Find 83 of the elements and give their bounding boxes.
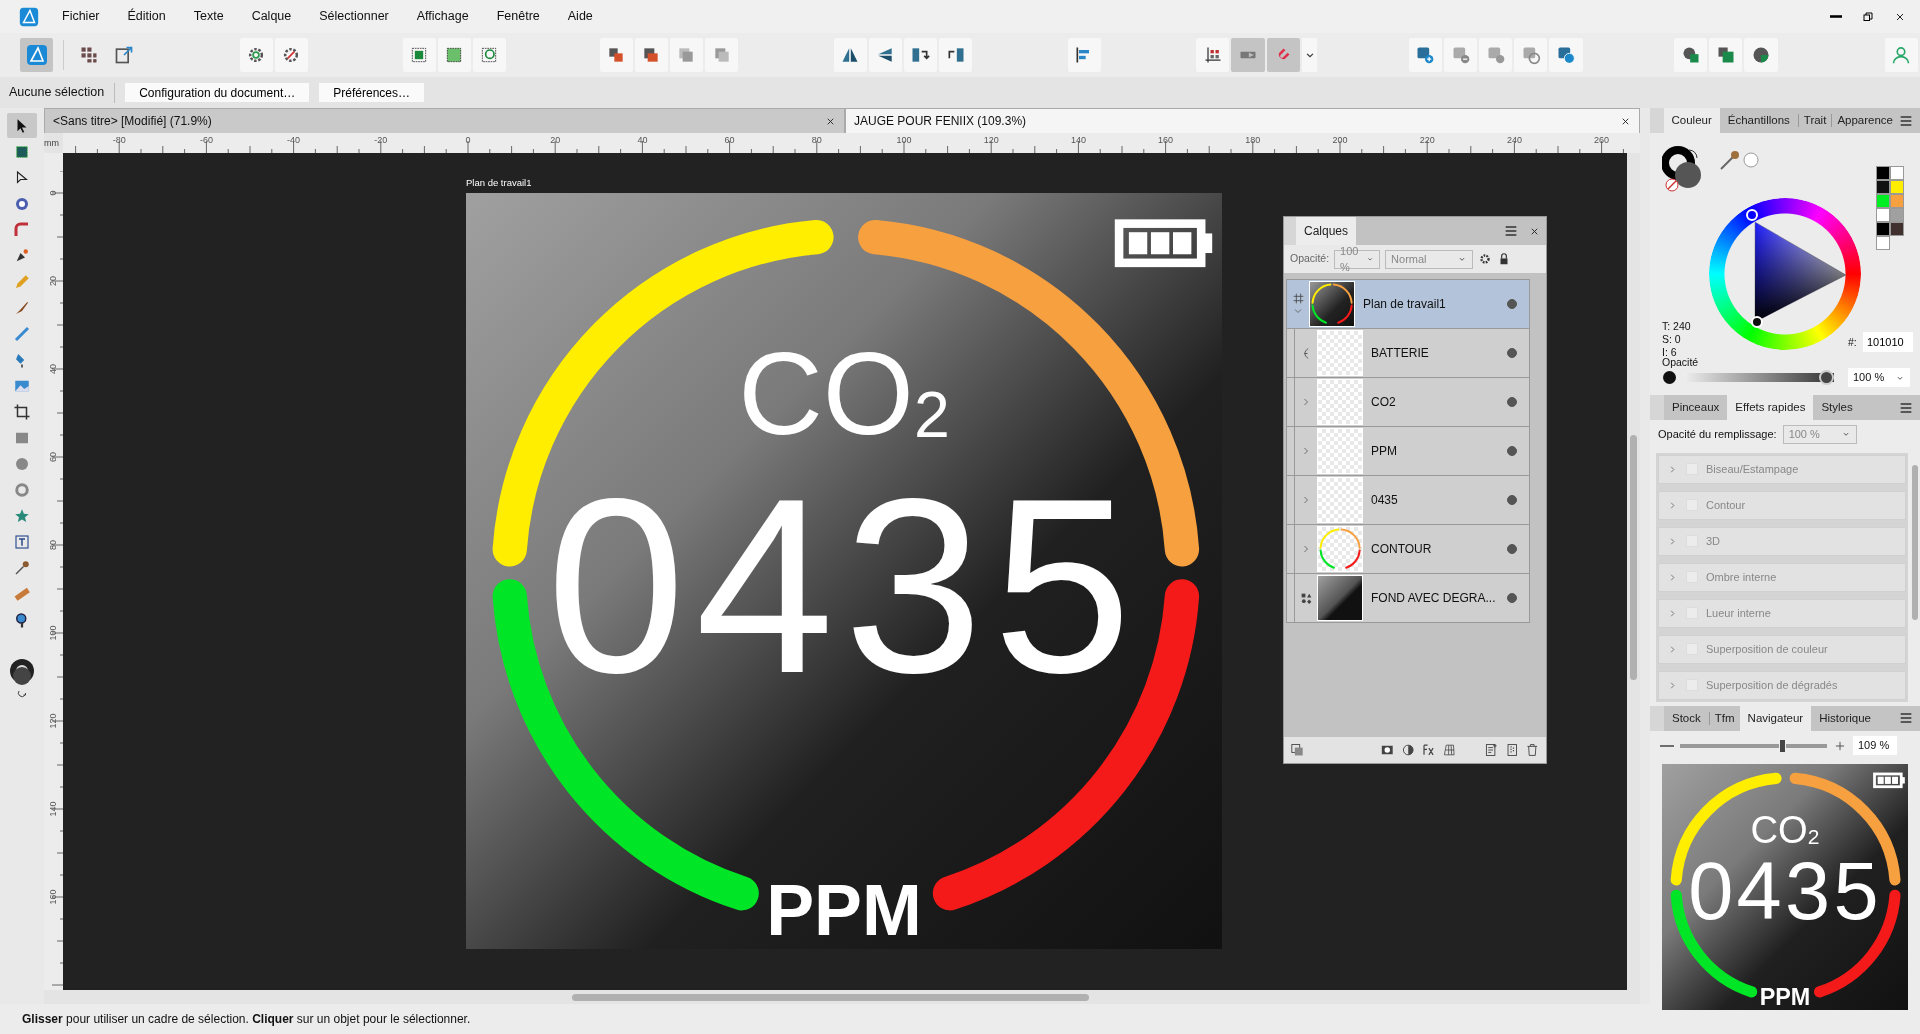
color-value: S: 0 xyxy=(1662,332,1681,347)
ruler-label: 40 xyxy=(637,134,648,147)
status-text: Glisser pour utiliser un cadre de sélection. Cliquer sur un objet pour le sélectionner. xyxy=(22,1011,471,1028)
context-button[interactable]: Préférences… xyxy=(319,83,424,102)
ruler-label: 160 xyxy=(1158,134,1174,147)
opacity-dropdown[interactable]: 100 % xyxy=(1848,368,1910,388)
layer-name: CO2 xyxy=(1370,394,1397,411)
menu-item[interactable]: Affichage xyxy=(402,5,483,28)
layer-name: Plan de travail1 xyxy=(1362,296,1447,313)
panel-tab[interactable]: Stock xyxy=(1664,706,1709,731)
ruler-label: 100 xyxy=(896,134,912,147)
ruler-label: 220 xyxy=(1419,134,1435,147)
panel-tab[interactable]: Styles xyxy=(1813,395,1861,420)
panel-tab[interactable]: Trait xyxy=(1797,114,1832,127)
ruler-label: 240 xyxy=(1506,134,1522,147)
ruler-unit: mm xyxy=(44,137,60,150)
layer-row[interactable]: FOND AVEC DEGRA... xyxy=(1287,574,1529,623)
context-button[interactable]: Configuration du document… xyxy=(125,83,310,102)
artboard-label: Plan de travail1 xyxy=(466,176,532,190)
ruler-label: 160 xyxy=(46,888,59,907)
field-label: Opacité: xyxy=(1290,251,1330,267)
selection-status: Aucune sélection xyxy=(9,84,105,102)
field-label: #: xyxy=(1848,335,1857,350)
layer-name: 0435 xyxy=(1370,492,1399,509)
menu-item[interactable]: Calque xyxy=(237,5,306,28)
layer-name: FOND AVEC DEGRA... xyxy=(1370,590,1497,607)
ruler-label: 140 xyxy=(1070,134,1086,147)
ruler-label: 80 xyxy=(46,539,59,552)
ruler-label: 100 xyxy=(46,624,59,643)
layer-row[interactable]: Plan de travail1 xyxy=(1287,280,1529,329)
color-value: I: 6 xyxy=(1662,345,1677,358)
panel-tab[interactable]: Tfm xyxy=(1708,712,1740,725)
ruler-label: -80 xyxy=(112,134,126,147)
menu-item[interactable]: Fenêtre xyxy=(482,5,554,28)
ruler-label: 140 xyxy=(46,800,59,819)
ruler-label: 200 xyxy=(1332,134,1348,147)
panel-tab[interactable]: Pinceaux xyxy=(1664,395,1728,420)
ruler-label: 60 xyxy=(46,451,59,464)
ruler-label: -20 xyxy=(374,134,388,147)
document-tab[interactable]: JAUGE POUR FENIIX (109.3%) xyxy=(845,108,1640,133)
layer-row[interactable]: CO2 xyxy=(1287,378,1529,427)
field-label: Opacité xyxy=(1662,356,1699,370)
ruler-label: 120 xyxy=(983,134,999,147)
ruler-label: 260 xyxy=(1594,134,1610,147)
hex-field[interactable]: 101010 xyxy=(1863,332,1913,352)
layer-row[interactable]: BATTERIE xyxy=(1287,329,1529,378)
menu-item[interactable]: Sélectionner xyxy=(305,5,403,28)
layer-row[interactable]: CONTOUR xyxy=(1287,525,1529,574)
ruler-label: 0 xyxy=(46,189,59,198)
menu-item[interactable]: Fichier xyxy=(48,5,114,28)
gauge-unit: PPM xyxy=(766,875,922,948)
ruler-label: 40 xyxy=(46,363,59,376)
ruler-label: 180 xyxy=(1245,134,1261,147)
field-label: Opacité du remplissage: xyxy=(1658,427,1777,443)
color-value: T: 240 xyxy=(1662,319,1691,334)
ruler-label: 0 xyxy=(465,134,471,147)
ruler-label: 120 xyxy=(46,712,59,731)
layer-name: CONTOUR xyxy=(1370,541,1433,558)
ruler-label: 80 xyxy=(811,134,822,147)
panel-tab[interactable]: Calques xyxy=(1296,217,1357,245)
document-tab[interactable]: <Sans titre> [Modifié] (71.9%) xyxy=(44,108,845,133)
panel-tab[interactable]: Historique xyxy=(1811,706,1879,731)
layer-name: BATTERIE xyxy=(1370,345,1430,362)
ruler-label: 20 xyxy=(550,134,561,147)
panel-tab[interactable]: Effets rapides xyxy=(1727,395,1814,420)
menu-item[interactable]: Texte xyxy=(179,5,238,28)
panel-tab[interactable]: Échantillons xyxy=(1719,108,1798,133)
menu-item[interactable]: Aide xyxy=(553,5,607,28)
panel-tab[interactable]: Couleur xyxy=(1663,108,1720,133)
ruler-label: -40 xyxy=(287,134,301,147)
gauge-reading: 0435 xyxy=(1688,851,1882,933)
ruler-label: 60 xyxy=(724,134,735,147)
ruler-label: -60 xyxy=(199,134,213,147)
panel-tab[interactable]: Navigateur xyxy=(1739,706,1812,731)
ruler-label: 20 xyxy=(46,275,59,288)
gauge-unit: PPM xyxy=(1759,986,1811,1010)
zoom-field[interactable]: 109 % xyxy=(1853,736,1897,756)
panel-tab[interactable]: Apparence xyxy=(1831,114,1898,127)
layer-name: PPM xyxy=(1370,443,1398,460)
layer-row[interactable]: PPM xyxy=(1287,427,1529,476)
layer-row[interactable]: 0435 xyxy=(1287,476,1529,525)
menu-item[interactable]: Édition xyxy=(113,5,180,28)
gauge-reading: 0435 xyxy=(546,461,1142,711)
